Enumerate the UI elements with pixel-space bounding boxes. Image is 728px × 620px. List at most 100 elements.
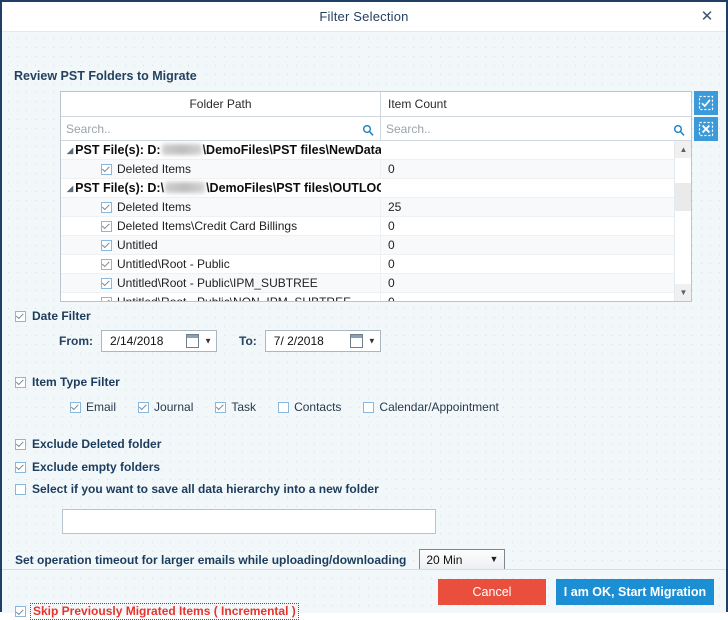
scrollbar-thumb[interactable] — [675, 183, 691, 211]
search-item-count-cell[interactable]: Search.. — [381, 117, 691, 140]
scroll-up-icon[interactable]: ▲ — [675, 141, 691, 158]
item-count-cell: 0 — [388, 238, 395, 252]
date-from-picker[interactable]: 2/14/2018 ▼ — [101, 330, 217, 352]
folder-checkbox[interactable] — [101, 258, 112, 270]
close-icon[interactable]: ✕ — [694, 5, 720, 28]
item-count-cell: 0 — [388, 276, 395, 290]
item-type-label: Task — [231, 400, 257, 414]
folder-row[interactable]: Deleted Items 25 — [61, 197, 691, 217]
operation-timeout-select[interactable]: 20 Min ▼ — [419, 549, 506, 570]
date-to-value: 7/ 2/2018 — [273, 334, 324, 348]
folder-label: Untitled — [117, 238, 158, 252]
search-folder-path-input[interactable]: Search.. — [61, 122, 111, 136]
chevron-down-icon[interactable]: ▼ — [368, 337, 376, 346]
date-filter-checkbox-row[interactable]: Date Filter — [15, 309, 91, 323]
select-all-check-icon[interactable] — [694, 91, 718, 115]
grid-vertical-scrollbar[interactable]: ▲ ▼ — [674, 141, 691, 301]
folder-path-cell: Deleted Items\Credit Card Billings — [61, 216, 381, 236]
exclude-deleted-folder-row[interactable]: Exclude Deleted folder — [15, 437, 161, 451]
folder-checkbox[interactable] — [101, 277, 112, 289]
folder-checkbox[interactable] — [101, 163, 112, 175]
date-to-label: To: — [239, 334, 257, 348]
collapse-triangle-icon[interactable]: ◢ — [67, 146, 73, 155]
column-header-folder-path[interactable]: Folder Path — [61, 92, 381, 116]
item-type-checkbox[interactable] — [138, 401, 150, 413]
folder-row[interactable]: Untitled\Root - Public\NON_IPM_SUBTREE 0 — [61, 292, 691, 301]
calendar-icon — [186, 334, 199, 348]
pst-file-group-row[interactable]: ◢ PST File(s): D: \DemoFiles\PST files\New… — [61, 141, 691, 160]
item-count-cell: 0 — [388, 219, 395, 233]
collapse-triangle-icon[interactable]: ◢ — [67, 184, 73, 193]
item-type-label: Contacts — [294, 400, 342, 414]
folder-checkbox[interactable] — [101, 220, 112, 232]
item-type-option[interactable]: Journal — [138, 400, 193, 414]
search-folder-path-cell[interactable]: Search.. — [61, 117, 381, 140]
folder-checkbox[interactable] — [101, 296, 112, 301]
item-type-filter-checkbox[interactable] — [15, 376, 26, 388]
date-to-picker[interactable]: 7/ 2/2018 ▼ — [264, 330, 381, 352]
redacted-path-segment — [161, 144, 202, 155]
folder-row[interactable]: Deleted Items\Credit Card Billings 0 — [61, 216, 691, 236]
chevron-down-icon[interactable]: ▼ — [489, 554, 498, 564]
folder-path-cell: Deleted Items — [61, 159, 381, 179]
scroll-down-icon[interactable]: ▼ — [675, 284, 691, 301]
folder-label: Untitled\Root - Public — [117, 257, 230, 271]
folder-checkbox[interactable] — [101, 201, 112, 213]
item-type-option[interactable]: Contacts — [278, 400, 341, 414]
item-count-cell: 0 — [388, 162, 395, 176]
save-hierarchy-new-folder-checkbox[interactable] — [15, 483, 26, 495]
folder-label: Untitled\Root - Public\NON_IPM_SUBTREE — [117, 295, 351, 301]
chevron-down-icon[interactable]: ▼ — [204, 337, 212, 346]
item-type-option[interactable]: Email — [70, 400, 116, 414]
folder-path-cell: Deleted Items — [61, 197, 381, 217]
folder-row[interactable]: Untitled 0 — [61, 235, 691, 255]
date-filter-checkbox[interactable] — [15, 310, 26, 322]
cancel-button[interactable]: Cancel — [438, 578, 546, 605]
search-icon[interactable] — [673, 123, 685, 136]
grid-header-row: Folder Path Item Count — [61, 92, 691, 117]
item-type-checkbox[interactable] — [70, 401, 81, 413]
folder-row[interactable]: Untitled\Root - Public\IPM_SUBTREE 0 — [61, 273, 691, 293]
calendar-icon — [349, 334, 363, 348]
deselect-all-cross-icon[interactable] — [694, 117, 718, 141]
title-bar: Filter Selection ✕ — [2, 2, 726, 32]
item-type-checkbox[interactable] — [215, 401, 227, 413]
pst-file-label: PST File(s): D:\ \DemoFiles\PST files\OUT… — [75, 181, 381, 195]
dialog-body: Review PST Folders to Migrate Folder Pat… — [2, 32, 726, 620]
folder-row[interactable]: Deleted Items 0 — [61, 159, 691, 179]
folder-path-cell: ◢ PST File(s): D: \DemoFiles\PST files\New… — [61, 141, 381, 160]
pst-file-group-row[interactable]: ◢ PST File(s): D:\ \DemoFiles\PST files\OU… — [61, 179, 691, 198]
save-hierarchy-new-folder-label: Select if you want to save all data hier… — [32, 482, 379, 496]
date-from-label: From: — [59, 334, 93, 348]
redacted-path-segment — [165, 182, 206, 193]
exclude-empty-folders-checkbox[interactable] — [15, 461, 26, 473]
folder-label: Deleted Items — [117, 162, 192, 176]
item-type-checkbox[interactable] — [278, 401, 290, 413]
search-item-count-input[interactable]: Search.. — [381, 122, 431, 136]
window-title: Filter Selection — [319, 9, 409, 24]
exclude-empty-folders-label: Exclude empty folders — [32, 460, 161, 474]
start-migration-button[interactable]: I am OK, Start Migration — [556, 578, 714, 605]
item-type-label: Journal — [154, 400, 194, 414]
item-type-label: Calendar/Appointment — [379, 400, 499, 414]
item-type-option[interactable]: Task — [215, 400, 256, 414]
exclude-deleted-folder-label: Exclude Deleted folder — [32, 437, 162, 451]
grid-search-row: Search.. Search.. — [61, 117, 691, 141]
item-count-cell: 0 — [381, 295, 691, 301]
operation-timeout-label: Set operation timeout for larger emails … — [15, 552, 407, 567]
exclude-deleted-folder-checkbox[interactable] — [15, 438, 26, 450]
item-type-filter-checkbox-row[interactable]: Item Type Filter — [15, 375, 120, 389]
item-type-option[interactable]: Calendar/Appointment — [363, 400, 499, 414]
new-folder-name-input[interactable] — [62, 509, 436, 534]
save-hierarchy-new-folder-row[interactable]: Select if you want to save all data hier… — [15, 482, 379, 496]
column-header-item-count[interactable]: Item Count — [381, 92, 691, 116]
folder-label: Untitled\Root - Public\IPM_SUBTREE — [117, 276, 318, 290]
folder-row[interactable]: Untitled\Root - Public 0 — [61, 254, 691, 274]
date-from-value: 2/14/2018 — [110, 334, 164, 348]
search-icon[interactable] — [362, 123, 374, 136]
folder-path-cell: ◢ PST File(s): D:\ \DemoFiles\PST files\OU… — [61, 179, 381, 198]
item-type-checkbox[interactable] — [363, 401, 375, 413]
folder-checkbox[interactable] — [101, 239, 112, 251]
dialog-footer: Cancel I am OK, Start Migration — [2, 569, 726, 613]
exclude-empty-folders-row[interactable]: Exclude empty folders — [15, 460, 160, 474]
